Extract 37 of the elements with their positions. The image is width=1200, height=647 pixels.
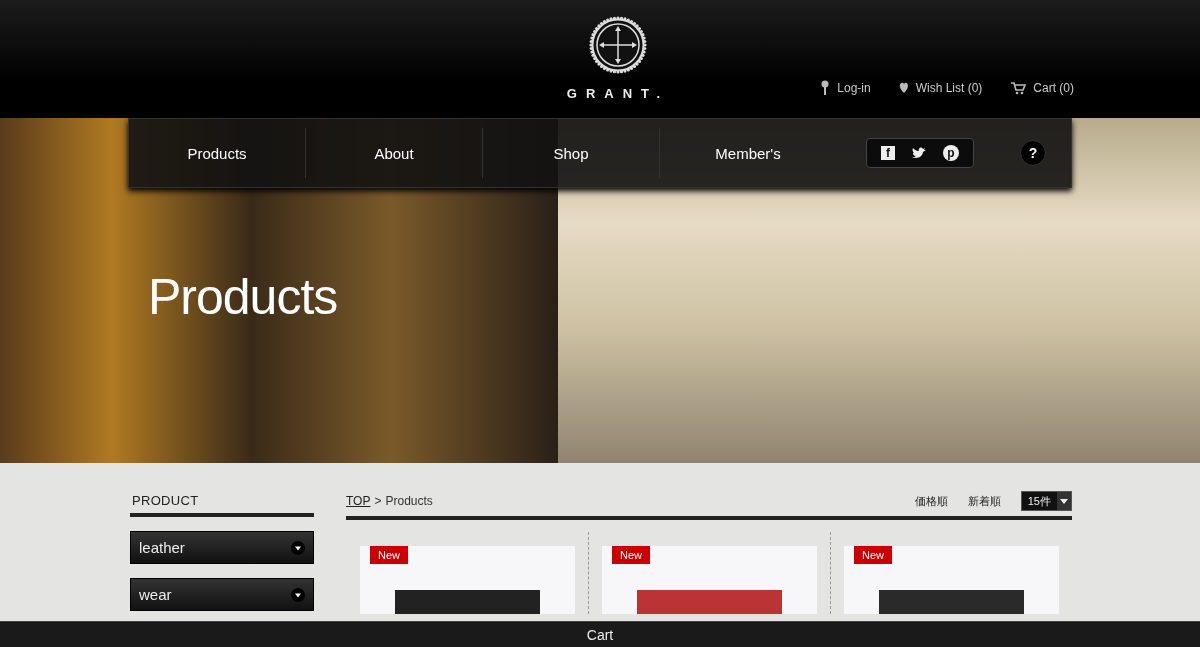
cart-bar-button[interactable]: Cart bbox=[586, 626, 614, 643]
breadcrumb-separator: > bbox=[374, 494, 382, 508]
heart-icon bbox=[898, 81, 909, 94]
category-dropdown[interactable]: wear bbox=[130, 578, 314, 611]
compass-logo-icon bbox=[589, 16, 647, 74]
breadcrumb-link[interactable]: TOP bbox=[346, 494, 371, 508]
new-badge: New bbox=[370, 546, 408, 564]
sort-link[interactable]: 新着順 bbox=[967, 493, 1001, 509]
facebook-link[interactable]: f bbox=[881, 146, 895, 160]
nav-link[interactable]: Shop bbox=[483, 128, 660, 178]
sort-link[interactable]: 価格順 bbox=[914, 493, 948, 509]
new-badge: New bbox=[854, 546, 892, 564]
twitter-link[interactable] bbox=[911, 146, 927, 160]
help-button[interactable]: ? bbox=[1020, 140, 1046, 166]
product-card[interactable]: New bbox=[602, 546, 817, 614]
sidebar-heading: PRODUCT bbox=[130, 491, 314, 517]
cart-link[interactable]: Cart (0) bbox=[1010, 80, 1074, 95]
chevron-down-icon bbox=[291, 587, 305, 602]
new-badge: New bbox=[612, 546, 650, 564]
product-card[interactable]: New bbox=[360, 546, 575, 614]
wishlist-link[interactable]: Wish List (0) bbox=[898, 80, 983, 95]
caret-icon bbox=[1057, 492, 1071, 510]
category-dropdown[interactable]: leather bbox=[130, 531, 314, 564]
login-link[interactable]: Log-in bbox=[820, 80, 871, 95]
per-page-select[interactable]: 15件 bbox=[1020, 491, 1072, 511]
logo-wordmark: GRANT. bbox=[566, 86, 670, 101]
chevron-down-icon bbox=[291, 540, 305, 555]
breadcrumb-current: Products bbox=[385, 494, 433, 508]
nav-link[interactable]: Products bbox=[129, 128, 306, 178]
bird-icon bbox=[911, 146, 927, 160]
page-title: Products bbox=[148, 268, 338, 326]
nav-link[interactable]: About bbox=[306, 128, 483, 178]
product-card[interactable]: New bbox=[844, 546, 1059, 614]
nav-link[interactable]: Member's bbox=[660, 128, 836, 178]
key-icon bbox=[820, 80, 831, 95]
cart-icon bbox=[1010, 80, 1027, 95]
pinterest-link[interactable]: p bbox=[943, 145, 959, 161]
